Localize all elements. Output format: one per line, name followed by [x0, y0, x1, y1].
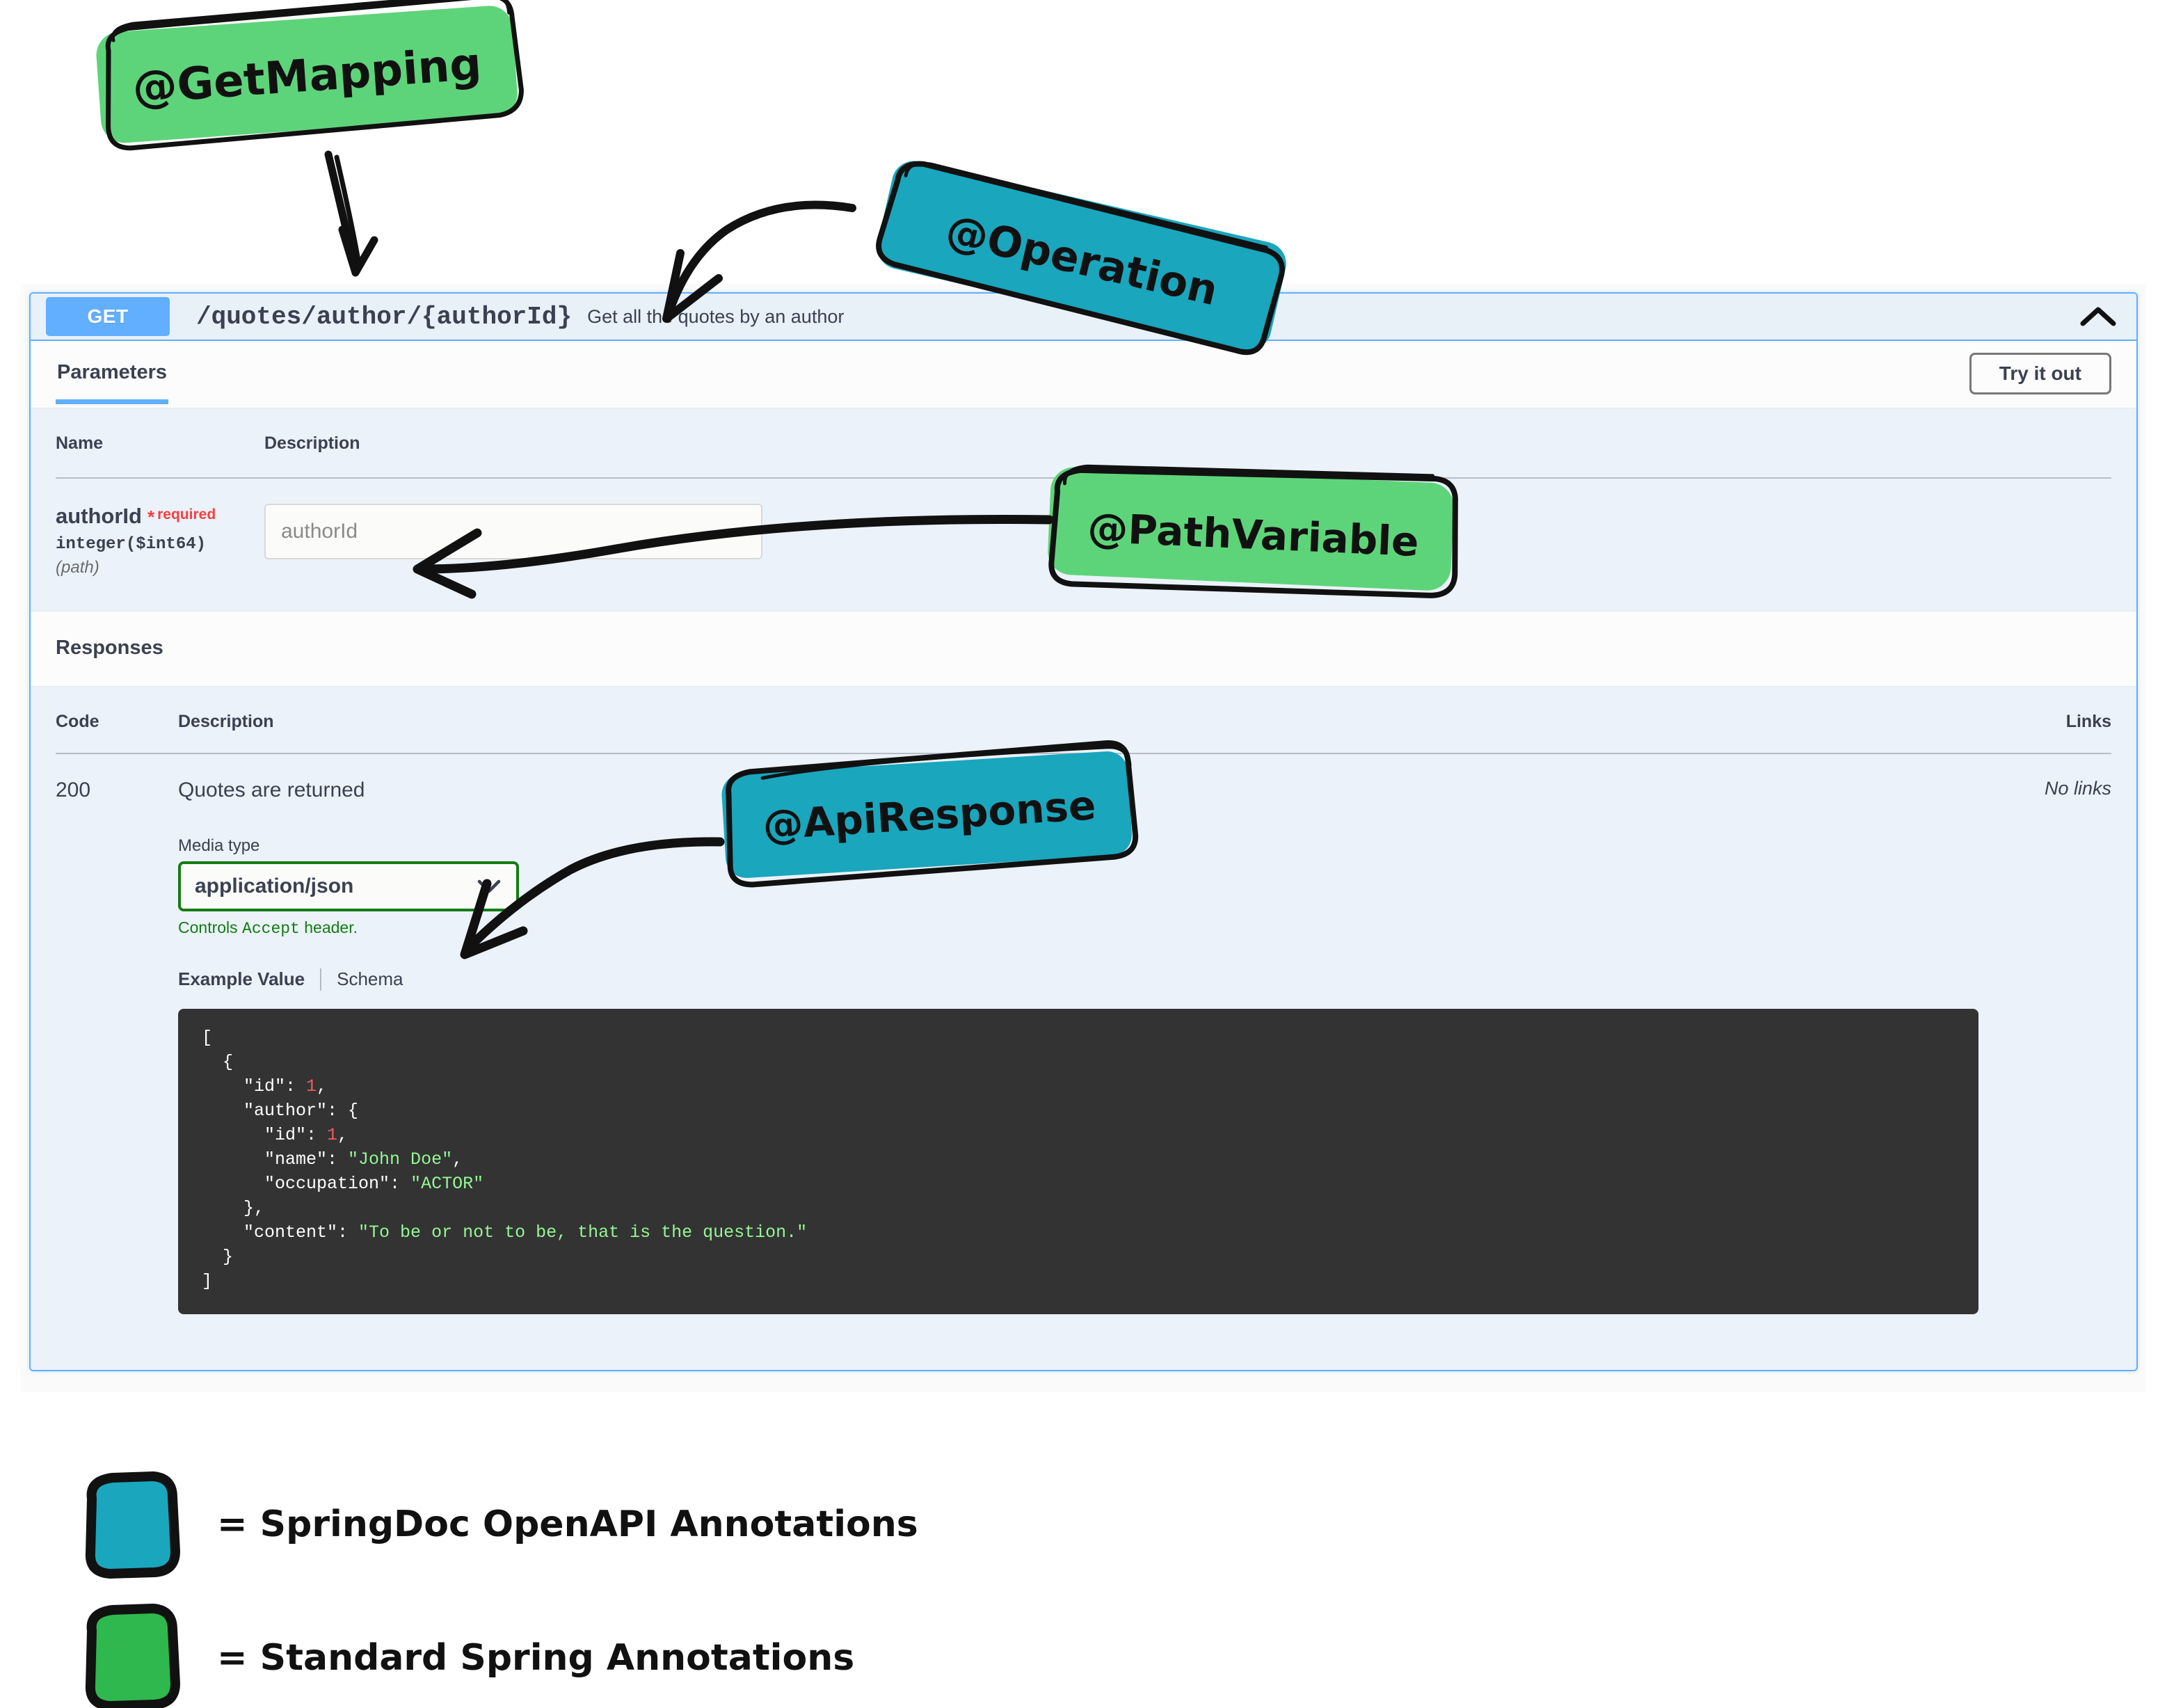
parameter-name-cell: authorId*required integer($int64) (path)	[56, 504, 264, 577]
swagger-ui-wrapper: GET /quotes/author/{authorId} Get all th…	[21, 284, 2146, 1392]
operation-path: /quotes/author/{authorId}	[196, 303, 572, 331]
tab-example-value[interactable]: Example Value	[178, 968, 305, 990]
parameter-location: (path)	[56, 558, 264, 577]
legend-swatch-fill	[89, 1611, 171, 1702]
legend-swatch-outline	[90, 1609, 175, 1706]
required-star-icon: *	[147, 506, 154, 527]
responses-title-bar: Responses	[31, 611, 2136, 687]
example-schema-tabs: Example Value Schema	[178, 968, 2000, 991]
response-description: Quotes are returned	[178, 778, 2000, 803]
tab-separator	[320, 968, 321, 991]
media-type-select[interactable]: application/json	[178, 861, 519, 911]
media-type-hint: Controls Accept header.	[178, 918, 2000, 938]
required-label: required	[157, 506, 216, 522]
parameters-section: Name Description authorId*required integ…	[31, 408, 2136, 611]
tab-schema[interactable]: Schema	[337, 968, 403, 990]
try-it-out-button[interactable]: Try it out	[1969, 353, 2111, 394]
responses-header-row: Code Description Links	[56, 712, 2111, 753]
parameter-value-input[interactable]	[264, 504, 762, 559]
operation-tabs-row: Parameters Try it out	[31, 341, 2136, 408]
media-type-label: Media type	[178, 836, 2000, 856]
arrow-get-mapping-to-method	[328, 154, 374, 273]
callout-outline-sketch	[906, 159, 1268, 258]
legend-swatch-springdoc	[89, 1476, 175, 1574]
media-hint-accept: Accept	[242, 920, 300, 938]
parameter-type: integer($int64)	[56, 535, 264, 554]
media-type-selected-value: application/json	[195, 875, 353, 898]
media-hint-prefix: Controls	[178, 918, 242, 936]
media-hint-suffix: header.	[300, 918, 358, 936]
parameter-row: authorId*required integer($int64) (path)	[56, 479, 2111, 577]
callout-fill	[95, 4, 519, 144]
operation-summary-text: Get all the quotes by an author	[587, 306, 844, 328]
parameters-header-name: Name	[56, 433, 264, 454]
tab-parameters[interactable]: Parameters	[56, 344, 168, 404]
legend-swatch-spring	[89, 1609, 175, 1706]
chevron-up-icon	[2080, 305, 2116, 328]
callout-outline-sketch	[112, 0, 509, 40]
responses-header-links: Links	[2000, 712, 2111, 732]
response-status-code: 200	[56, 778, 178, 1314]
chevron-down-icon	[477, 879, 501, 894]
operation-summary-bar[interactable]: GET /quotes/author/{authorId} Get all th…	[31, 294, 2136, 341]
collapse-toggle-button[interactable]	[2075, 300, 2121, 333]
parameter-name-line: authorId*required	[56, 504, 264, 529]
example-value-code-block: [ { "id": 1, "author": { "id": 1, "name"…	[178, 1009, 1978, 1314]
operation-block: GET /quotes/author/{authorId} Get all th…	[29, 292, 2138, 1371]
annotation-label: @GetMapping	[131, 38, 483, 114]
parameters-header-row: Name Description	[56, 433, 2111, 477]
http-method-badge[interactable]: GET	[46, 297, 170, 336]
callout-outline	[101, 0, 523, 150]
legend-swatch-outline	[90, 1476, 175, 1574]
responses-section: Code Description Links 200 Quotes are re…	[31, 687, 2136, 1370]
response-links: No links	[2000, 778, 2111, 1314]
responses-title: Responses	[56, 637, 2111, 660]
parameter-name: authorId	[56, 504, 142, 528]
legend-label-spring: = Standard Spring Annotations	[217, 1637, 854, 1679]
response-details-cell: Quotes are returned Media type applicati…	[178, 778, 2000, 1314]
parameters-header-description: Description	[264, 433, 2111, 454]
legend-label-springdoc: = SpringDoc OpenAPI Annotations	[217, 1503, 918, 1545]
annotation-get-mapping: @GetMapping	[94, 0, 523, 150]
responses-header-code: Code	[56, 712, 178, 732]
response-row: 200 Quotes are returned Media type appli…	[56, 754, 2111, 1314]
responses-header-description: Description	[178, 712, 2000, 732]
legend-swatch-fill	[89, 1479, 171, 1570]
parameter-description-cell	[264, 504, 2111, 577]
